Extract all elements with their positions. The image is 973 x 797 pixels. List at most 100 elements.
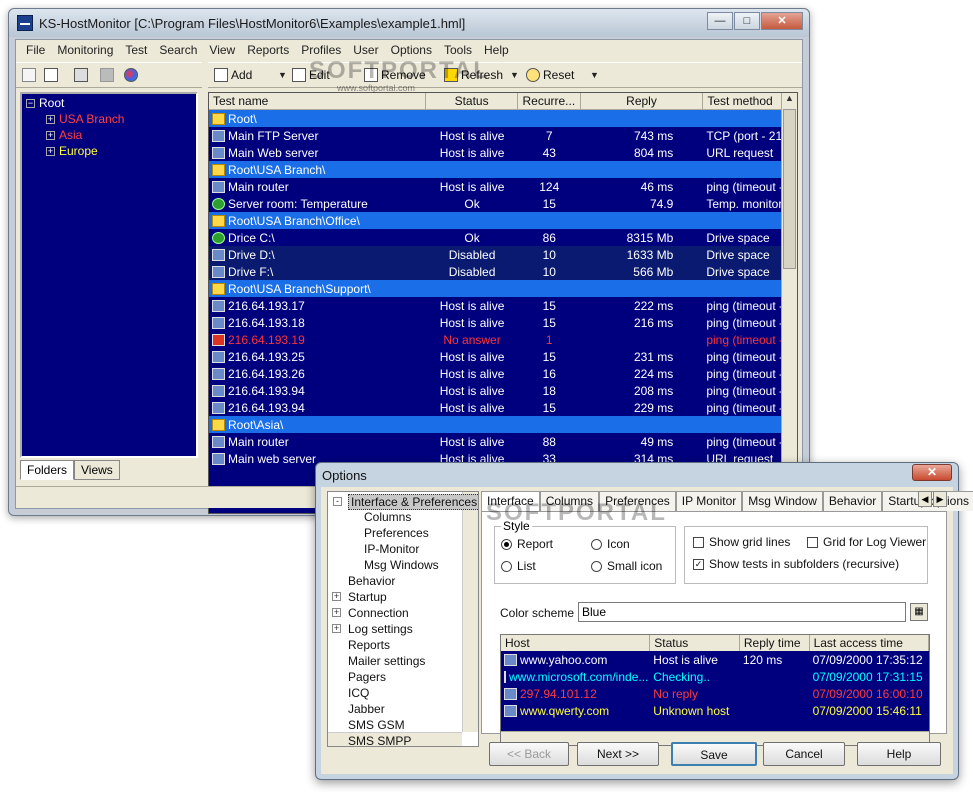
table-row[interactable]: 216.64.193.25 Host is alive 15 231 ms ping (… (209, 348, 797, 365)
options-tree-item[interactable]: Pagers (348, 670, 386, 684)
table-row[interactable]: Main router Host is alive 88 49 ms ping (tim… (209, 433, 797, 450)
expand-icon[interactable]: + (332, 624, 341, 633)
tree-item-root[interactable]: − Root (26, 96, 64, 110)
options-tree-item[interactable]: + Startup (332, 590, 387, 604)
menu-test[interactable]: Test (119, 40, 153, 60)
expand-icon[interactable]: + (332, 608, 341, 617)
minimize-button[interactable]: — (707, 12, 733, 30)
checkbox-show-subfolders[interactable]: ✓ Show tests in subfolders (recursive) (693, 557, 899, 571)
tree-item-asia[interactable]: + Asia (46, 128, 82, 142)
radio-small-icon[interactable]: Small icon (591, 559, 662, 573)
radio-icon[interactable]: Icon (591, 537, 630, 551)
preview-col-reply: Reply time (740, 635, 810, 651)
tab-msg-window[interactable]: Msg Window (742, 491, 823, 511)
color-icon[interactable] (124, 66, 138, 84)
col-reply[interactable]: Reply (580, 93, 704, 110)
folder-tree[interactable]: − Root + USA Branch + Asia + Europe (20, 92, 198, 458)
menu-monitoring[interactable]: Monitoring (51, 40, 119, 60)
table-row[interactable]: Server room: Temperature Ok 15 74.9 Temp. mo… (209, 195, 797, 212)
options-tree-item[interactable]: + Connection (332, 606, 409, 620)
table-row[interactable]: 216.64.193.94 Host is alive 15 229 ms ping (… (209, 399, 797, 416)
checkbox-grid-log-viewer[interactable]: Grid for Log Viewer (807, 535, 926, 549)
menu-search[interactable]: Search (153, 40, 203, 60)
checkbox-show-grid-lines[interactable]: Show grid lines (693, 535, 790, 549)
table-row[interactable]: 216.64.193.18 Host is alive 15 216 ms ping (… (209, 314, 797, 331)
tab-ip-monitor[interactable]: IP Monitor (675, 491, 743, 511)
row-recurrences: 86 (542, 230, 556, 245)
reset-dropdown-arrow[interactable]: ▼ (590, 66, 599, 84)
tree-item-usa-branch[interactable]: + USA Branch (46, 112, 124, 126)
back-button[interactable]: << Back (489, 742, 569, 766)
options-tree-item[interactable]: Columns (364, 510, 411, 524)
help-button[interactable]: Help (857, 742, 941, 766)
new-folder-icon[interactable] (22, 66, 36, 84)
add-dropdown-arrow[interactable]: ▼ (278, 66, 287, 84)
tab-scroll-right-icon[interactable]: ▶ (933, 491, 947, 507)
color-scheme-select[interactable]: Blue (578, 602, 906, 622)
table-row[interactable]: Main FTP Server Host is alive 7 743 ms TCP (… (209, 127, 797, 144)
options-tree-item[interactable]: Preferences (364, 526, 429, 540)
color-picker-icon[interactable]: ▦ (910, 603, 928, 621)
row-status: Host is alive (439, 383, 505, 398)
title-bar[interactable]: KS-HostMonitor [C:\Program Files\HostMon… (9, 9, 809, 37)
grid-scrollbar[interactable]: ▲▼ (781, 93, 797, 513)
col-test-name[interactable]: Test name (209, 93, 427, 110)
options-tree-item[interactable]: Mailer settings (348, 654, 425, 668)
tree-item-europe[interactable]: + Europe (46, 144, 98, 158)
options-tree-item[interactable]: SMS SMPP (348, 734, 411, 746)
tab-scroll-left-icon[interactable]: ◀ (918, 491, 932, 507)
close-button[interactable]: ✕ (761, 12, 803, 30)
options-tree-item[interactable]: Behavior (348, 574, 395, 588)
add-button[interactable]: Add (214, 66, 252, 84)
menu-view[interactable]: View (203, 40, 241, 60)
options-tree[interactable]: - Interface & Preferences Columns Preferenc… (327, 491, 479, 747)
options-tree-item[interactable]: Reports (348, 638, 390, 652)
table-row[interactable]: Main router Host is alive 124 46 ms ping (ti… (209, 178, 797, 195)
options-tree-item[interactable]: + Log settings (332, 622, 413, 636)
tab-behavior[interactable]: Behavior (822, 491, 883, 511)
next-button[interactable]: Next >> (577, 742, 659, 766)
properties-icon[interactable] (74, 66, 88, 84)
tests-grid[interactable]: Test name Status Recurre... Reply Test m… (208, 92, 798, 514)
table-row[interactable]: Drice C:\ Ok 86 8315 Mb Drive space (209, 229, 797, 246)
options-tree-item[interactable]: ICQ (348, 686, 369, 700)
folder-row[interactable]: Root\USA Branch\Office\ (209, 212, 797, 229)
refresh-dropdown-arrow[interactable]: ▼ (510, 66, 519, 84)
options-tree-item[interactable]: SMS GSM (348, 718, 405, 732)
table-row[interactable]: 216.64.193.26 Host is alive 16 224 ms ping (… (209, 365, 797, 382)
save-button[interactable]: Save (671, 742, 757, 766)
table-row[interactable]: 216.64.193.94 Host is alive 18 208 ms ping (… (209, 382, 797, 399)
delete-icon[interactable] (100, 66, 114, 84)
expand-icon[interactable]: + (332, 592, 341, 601)
radio-list[interactable]: List (501, 559, 536, 573)
folder-row[interactable]: Root\ (209, 110, 797, 127)
collapse-icon[interactable]: - (333, 497, 342, 506)
table-row[interactable]: Drive D:\ Disabled 10 1633 Mb Drive space (209, 246, 797, 263)
options-tree-item[interactable]: - Interface & Preferences (333, 494, 478, 510)
radio-report[interactable]: Report (501, 537, 553, 551)
cancel-button[interactable]: Cancel (763, 742, 845, 766)
reset-button[interactable]: Reset (526, 66, 574, 84)
col-recurrences[interactable]: Recurre... (517, 93, 581, 110)
menu-file[interactable]: File (20, 40, 51, 60)
options-tree-item[interactable]: IP-Monitor (364, 542, 419, 556)
table-row[interactable]: 216.64.193.19 No answer 1 ping (timeout - 2 (209, 331, 797, 348)
col-status[interactable]: Status (426, 93, 518, 110)
host-icon (212, 146, 225, 159)
options-tree-item[interactable]: Msg Windows (364, 558, 439, 572)
table-row[interactable]: Main Web server Host is alive 43 804 ms URL … (209, 144, 797, 161)
folder-row[interactable]: Root\USA Branch\ (209, 161, 797, 178)
options-tree-vscroll[interactable] (462, 492, 478, 732)
table-row[interactable]: Drive F:\ Disabled 10 566 Mb Drive space (209, 263, 797, 280)
menu-reports[interactable]: Reports (241, 40, 295, 60)
host-icon (504, 653, 517, 666)
new-doc-icon[interactable] (44, 66, 58, 84)
dialog-close-button[interactable]: ✕ (912, 464, 952, 481)
options-tree-item[interactable]: Jabber (348, 702, 385, 716)
maximize-button[interactable]: □ (734, 12, 760, 30)
tab-views[interactable]: Views (74, 460, 120, 480)
folder-row[interactable]: Root\Asia\ (209, 416, 797, 433)
folder-row[interactable]: Root\USA Branch\Support\ (209, 280, 797, 297)
tab-folders[interactable]: Folders (20, 460, 75, 480)
table-row[interactable]: 216.64.193.17 Host is alive 15 222 ms ping (… (209, 297, 797, 314)
